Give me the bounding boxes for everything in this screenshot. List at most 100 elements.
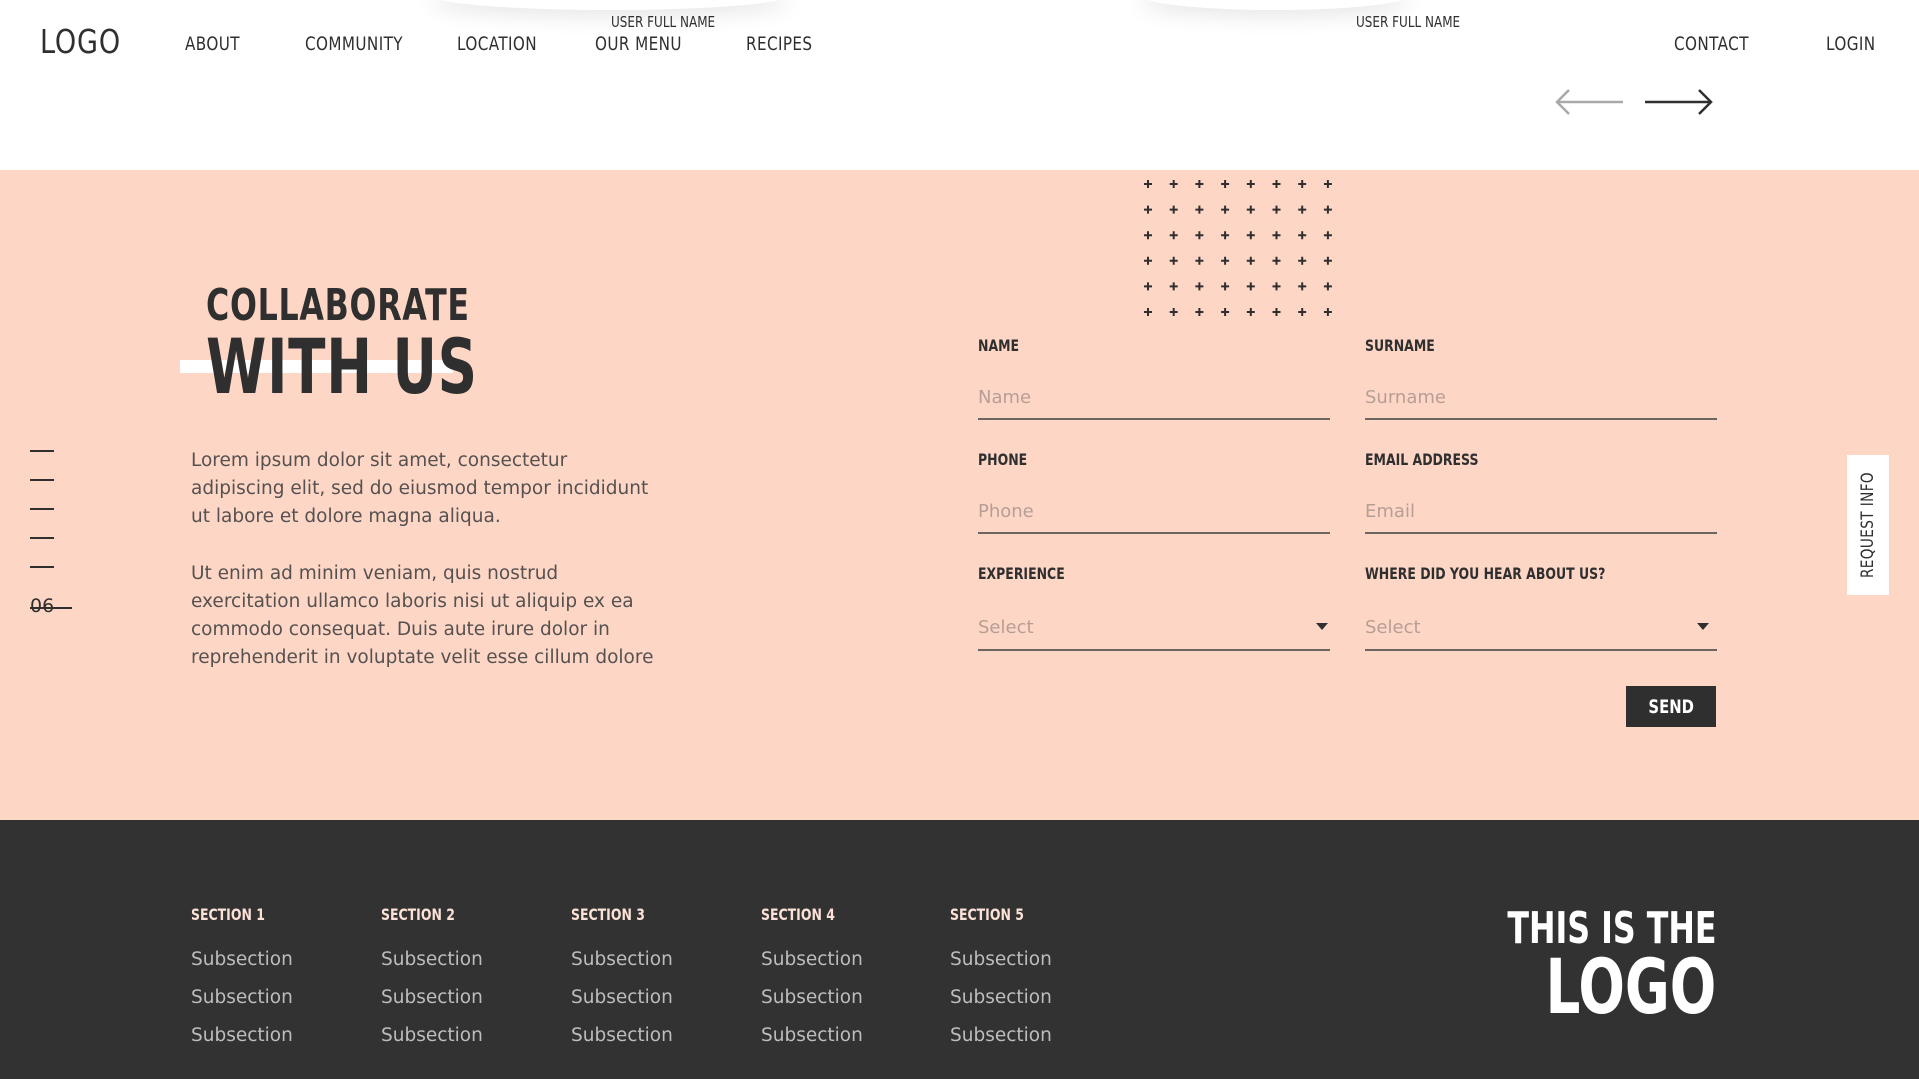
plus-mark <box>1246 256 1255 265</box>
arrow-left-icon[interactable] <box>1553 86 1625 118</box>
plus-mark <box>1144 180 1152 188</box>
plus-mark <box>1246 231 1255 240</box>
footer-subsection-link[interactable]: Subsection <box>761 1025 863 1046</box>
plus-mark <box>1272 231 1281 240</box>
plus-mark <box>1298 256 1307 265</box>
plus-mark <box>1221 180 1230 188</box>
arrow-right-icon[interactable] <box>1643 86 1715 118</box>
intro-paragraph-1: Lorem ipsum dolor sit amet, consectetur … <box>191 450 649 527</box>
slide-pager: 06 <box>30 450 72 617</box>
surname-label: SURNAME <box>1365 336 1435 355</box>
pager-dash[interactable] <box>30 479 54 481</box>
footer-subsection-link[interactable]: Subsection <box>381 1025 483 1046</box>
nav-login[interactable]: LOGIN <box>1826 33 1876 55</box>
plus-mark <box>1221 256 1230 265</box>
header: LOGO ABOUT COMMUNITY LOCATION USER FULL … <box>0 0 1919 170</box>
plus-mark <box>1246 205 1255 214</box>
plus-mark <box>1144 256 1152 265</box>
pager-dash[interactable] <box>30 508 54 510</box>
footer-subsection-link[interactable]: Subsection <box>381 949 483 970</box>
plus-mark <box>1298 180 1307 188</box>
nav-location[interactable]: LOCATION <box>457 33 537 55</box>
request-info-label: REQUEST INFO <box>1858 471 1878 579</box>
logo[interactable]: LOGO <box>40 22 121 61</box>
footer-subsection-link[interactable]: Subsection <box>571 987 673 1008</box>
phone-input[interactable] <box>978 490 1330 534</box>
footer-column-3: SECTION 3 Subsection Subsection Subsecti… <box>571 905 673 1063</box>
footer-subsection-link[interactable]: Subsection <box>571 1025 673 1046</box>
plus-mark <box>1272 180 1281 188</box>
plus-mark <box>1169 282 1178 291</box>
footer-section-title[interactable]: SECTION 4 <box>761 905 840 924</box>
email-input[interactable] <box>1365 490 1717 534</box>
request-info-tab[interactable]: REQUEST INFO <box>1847 455 1889 595</box>
plus-mark <box>1144 205 1152 214</box>
pager-current-number: 06 <box>30 595 55 617</box>
plus-mark <box>1272 282 1281 291</box>
footer-subsection-link[interactable]: Subsection <box>191 949 293 970</box>
plus-mark <box>1323 308 1332 316</box>
plus-mark <box>1195 256 1204 265</box>
section-heading-line2: WITH US <box>206 322 478 411</box>
plus-mark <box>1195 308 1204 316</box>
nav-community[interactable]: COMMUNITY <box>305 33 403 55</box>
footer-subsection-link[interactable]: Subsection <box>950 1025 1052 1046</box>
surname-input[interactable] <box>1365 376 1717 420</box>
footer-column-5: SECTION 5 Subsection Subsection Subsecti… <box>950 905 1052 1063</box>
plus-mark <box>1246 308 1255 316</box>
plus-mark <box>1169 308 1178 316</box>
plus-mark <box>1169 231 1178 240</box>
send-button[interactable]: SEND <box>1626 686 1716 727</box>
plus-mark <box>1195 282 1204 291</box>
plus-pattern-decoration <box>1144 180 1332 316</box>
nav-about[interactable]: ABOUT <box>185 33 240 55</box>
plus-mark <box>1169 205 1178 214</box>
email-label: EMAIL ADDRESS <box>1365 450 1479 469</box>
plus-mark <box>1323 205 1332 214</box>
nav-our-menu[interactable]: OUR MENU <box>595 33 682 55</box>
user-full-name: USER FULL NAME <box>611 13 716 31</box>
plus-mark <box>1298 282 1307 291</box>
source-select[interactable]: Select <box>1365 607 1717 651</box>
plus-mark <box>1195 231 1204 240</box>
plus-mark <box>1298 231 1307 240</box>
footer-subsection-link[interactable]: Subsection <box>761 949 863 970</box>
footer-subsection-link[interactable]: Subsection <box>950 949 1052 970</box>
plus-mark <box>1221 282 1230 291</box>
source-label: WHERE DID YOU HEAR ABOUT US? <box>1365 564 1606 583</box>
footer-column-2: SECTION 2 Subsection Subsection Subsecti… <box>381 905 483 1063</box>
footer-subsection-link[interactable]: Subsection <box>950 987 1052 1008</box>
footer-subsection-link[interactable]: Subsection <box>571 949 673 970</box>
send-button-label: SEND <box>1648 695 1694 718</box>
footer-section-title[interactable]: SECTION 3 <box>571 905 650 924</box>
experience-select-value: Select <box>978 617 1034 638</box>
footer-subsection-link[interactable]: Subsection <box>761 987 863 1008</box>
name-input[interactable] <box>978 376 1330 420</box>
pager-dash[interactable] <box>30 566 54 568</box>
intro-paragraph-2: Ut enim ad minim veniam, quis nostrud ex… <box>191 563 654 668</box>
name-label: NAME <box>978 336 1020 355</box>
nav-contact[interactable]: CONTACT <box>1674 33 1749 55</box>
footer-section-title[interactable]: SECTION 2 <box>381 905 460 924</box>
plus-mark <box>1221 205 1230 214</box>
nav-recipes[interactable]: RECIPES <box>746 33 812 55</box>
experience-select[interactable]: Select <box>978 607 1330 651</box>
pager-dash[interactable] <box>30 537 54 539</box>
plus-mark <box>1246 180 1255 188</box>
plus-mark <box>1195 180 1204 188</box>
plus-mark <box>1298 205 1307 214</box>
experience-label: EXPERIENCE <box>978 564 1065 583</box>
footer-subsection-link[interactable]: Subsection <box>381 987 483 1008</box>
header-shadow <box>430 0 790 10</box>
footer-section-title[interactable]: SECTION 5 <box>950 905 1029 924</box>
plus-mark <box>1298 308 1307 316</box>
footer-logo-line2: LOGO <box>1545 942 1716 1031</box>
plus-mark <box>1144 308 1152 316</box>
plus-mark <box>1221 308 1230 316</box>
footer-section-title[interactable]: SECTION 1 <box>191 905 270 924</box>
pager-current-line <box>30 607 72 609</box>
pager-dash[interactable] <box>30 450 54 452</box>
footer-subsection-link[interactable]: Subsection <box>191 987 293 1008</box>
plus-mark <box>1144 282 1152 291</box>
footer-subsection-link[interactable]: Subsection <box>191 1025 293 1046</box>
